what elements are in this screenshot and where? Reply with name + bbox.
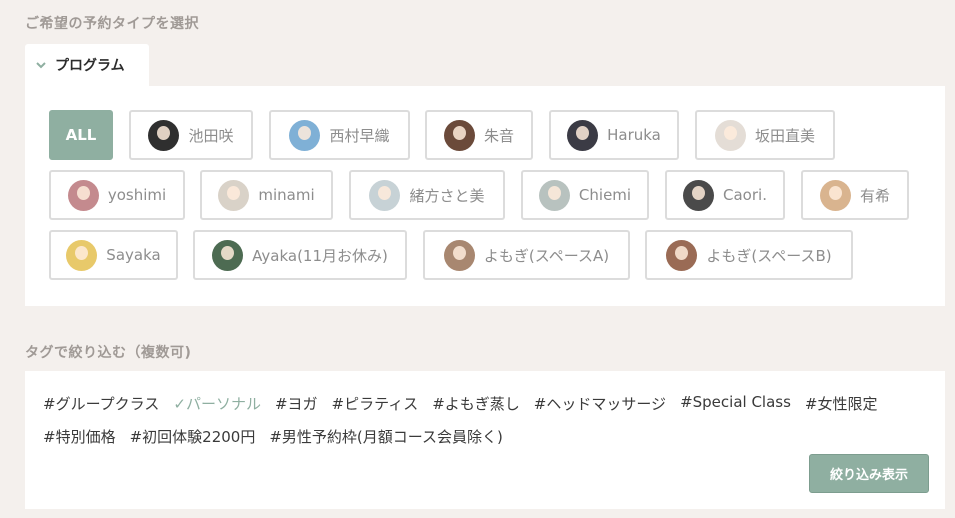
instructor-chip[interactable]: 緒方さと美 <box>349 170 505 220</box>
tag-item[interactable]: #よもぎ蒸し <box>432 393 520 414</box>
avatar <box>212 239 244 271</box>
tag-item[interactable]: #Special Class <box>680 393 791 414</box>
instructor-chip[interactable]: Chiemi <box>521 170 649 220</box>
chip-label: 坂田直美 <box>754 126 815 145</box>
reservation-type-title: ご希望の予約タイプを選択 <box>25 16 199 32</box>
instructor-chip[interactable]: Sayaka <box>49 230 178 280</box>
avatar <box>714 119 746 151</box>
instructor-chip[interactable]: Caori. <box>665 170 785 220</box>
chip-label: 朱音 <box>483 126 514 145</box>
instructor-chip[interactable]: 有希 <box>801 170 909 220</box>
chip-label: ALL <box>65 126 97 144</box>
chip-label: 池田咲 <box>188 126 234 145</box>
avatar <box>148 119 180 151</box>
chevron-down-icon <box>35 59 47 71</box>
chip-label: よもぎ(スペースB) <box>706 246 832 265</box>
avatar <box>67 179 99 211</box>
tag-item-checked[interactable]: ✓パーソナル <box>173 393 261 414</box>
instructor-chip[interactable]: 坂田直美 <box>695 110 835 160</box>
tag-filter-title: タグで絞り込む（複数可) <box>25 345 192 361</box>
instructor-chip[interactable]: yoshimi <box>49 170 185 220</box>
avatar <box>218 179 250 211</box>
avatar <box>538 179 570 211</box>
instructor-chip[interactable]: よもぎ(スペースA) <box>423 230 630 280</box>
tag-row: #グループクラス ✓パーソナル #ヨガ #ピラティス #よもぎ蒸し #ヘッドマッ… <box>43 393 878 414</box>
tab-program[interactable]: プログラム <box>25 44 149 86</box>
instructor-chip[interactable]: 池田咲 <box>129 110 253 160</box>
instructor-chip[interactable]: 西村早織 <box>269 110 410 160</box>
chip-label: minami <box>258 186 315 204</box>
avatar <box>289 119 321 151</box>
tag-row: #特別価格 #初回体験2200円 #男性予約枠(月額コース会員除く) <box>43 426 503 447</box>
instructor-chip-all[interactable]: ALL <box>49 110 113 160</box>
avatar <box>819 179 851 211</box>
chip-label: 有希 <box>859 186 890 205</box>
chip-label: Caori. <box>723 186 767 204</box>
filter-submit-button[interactable]: 絞り込み表示 <box>809 454 929 493</box>
avatar <box>567 119 599 151</box>
tag-filter-panel: #グループクラス ✓パーソナル #ヨガ #ピラティス #よもぎ蒸し #ヘッドマッ… <box>25 371 945 509</box>
tag-item[interactable]: #ピラティス <box>332 393 419 414</box>
tag-item[interactable]: #グループクラス <box>43 393 159 414</box>
instructor-chip[interactable]: 朱音 <box>425 110 533 160</box>
chip-label: yoshimi <box>107 186 167 204</box>
avatar <box>443 239 475 271</box>
tag-item[interactable]: #ヘッドマッサージ <box>534 393 666 414</box>
instructor-chip[interactable]: よもぎ(スペースB) <box>645 230 853 280</box>
instructor-chip[interactable]: minami <box>200 170 333 220</box>
avatar <box>369 179 401 211</box>
tag-item[interactable]: #女性限定 <box>805 393 878 414</box>
chip-label: Chiemi <box>578 186 632 204</box>
avatar <box>66 239 98 271</box>
tab-program-label: プログラム <box>55 58 125 74</box>
chip-label: Ayaka(11月お休み) <box>252 246 388 265</box>
avatar <box>443 119 475 151</box>
tag-item[interactable]: #特別価格 <box>43 426 116 447</box>
chip-label: Sayaka <box>106 246 161 264</box>
instructor-panel: ALL 池田咲 西村早織 朱音 Haruka 坂田直美 yoshimi mina… <box>25 86 945 306</box>
avatar <box>666 239 698 271</box>
avatar <box>683 179 715 211</box>
chip-label: 緒方さと美 <box>409 186 485 205</box>
chip-label: よもぎ(スペースA) <box>483 246 610 265</box>
chip-label: 西村早織 <box>329 126 390 145</box>
instructor-chip[interactable]: Ayaka(11月お休み) <box>193 230 407 280</box>
tag-item[interactable]: #男性予約枠(月額コース会員除く) <box>269 426 503 447</box>
chip-label: Haruka <box>607 126 661 144</box>
instructor-chip[interactable]: Haruka <box>549 110 679 160</box>
tag-item[interactable]: #初回体験2200円 <box>130 426 256 447</box>
tag-item[interactable]: #ヨガ <box>275 393 318 414</box>
